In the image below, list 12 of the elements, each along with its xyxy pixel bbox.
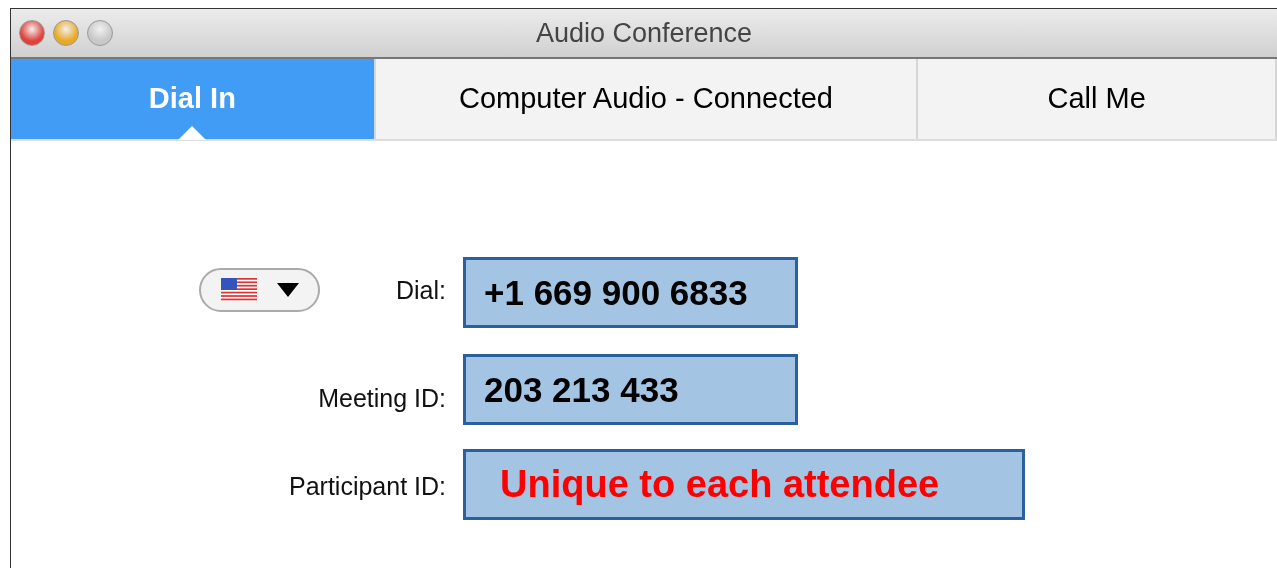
close-button[interactable] (19, 20, 45, 46)
caret-icon (276, 282, 299, 297)
input-field[interactable]: 203 213 433 (463, 354, 798, 425)
minimize-button[interactable] (53, 20, 79, 46)
field-label: Dial: (396, 274, 446, 306)
country-dropdown[interactable] (199, 267, 320, 312)
input-field[interactable]: +1 669 900 6833 (463, 257, 798, 328)
window-title: Audio Conference (535, 16, 753, 50)
field-label: Meeting ID: (318, 382, 446, 414)
field-label: Participant ID: (289, 470, 446, 502)
flag-icon (220, 277, 257, 302)
zoom-button[interactable] (87, 20, 113, 46)
